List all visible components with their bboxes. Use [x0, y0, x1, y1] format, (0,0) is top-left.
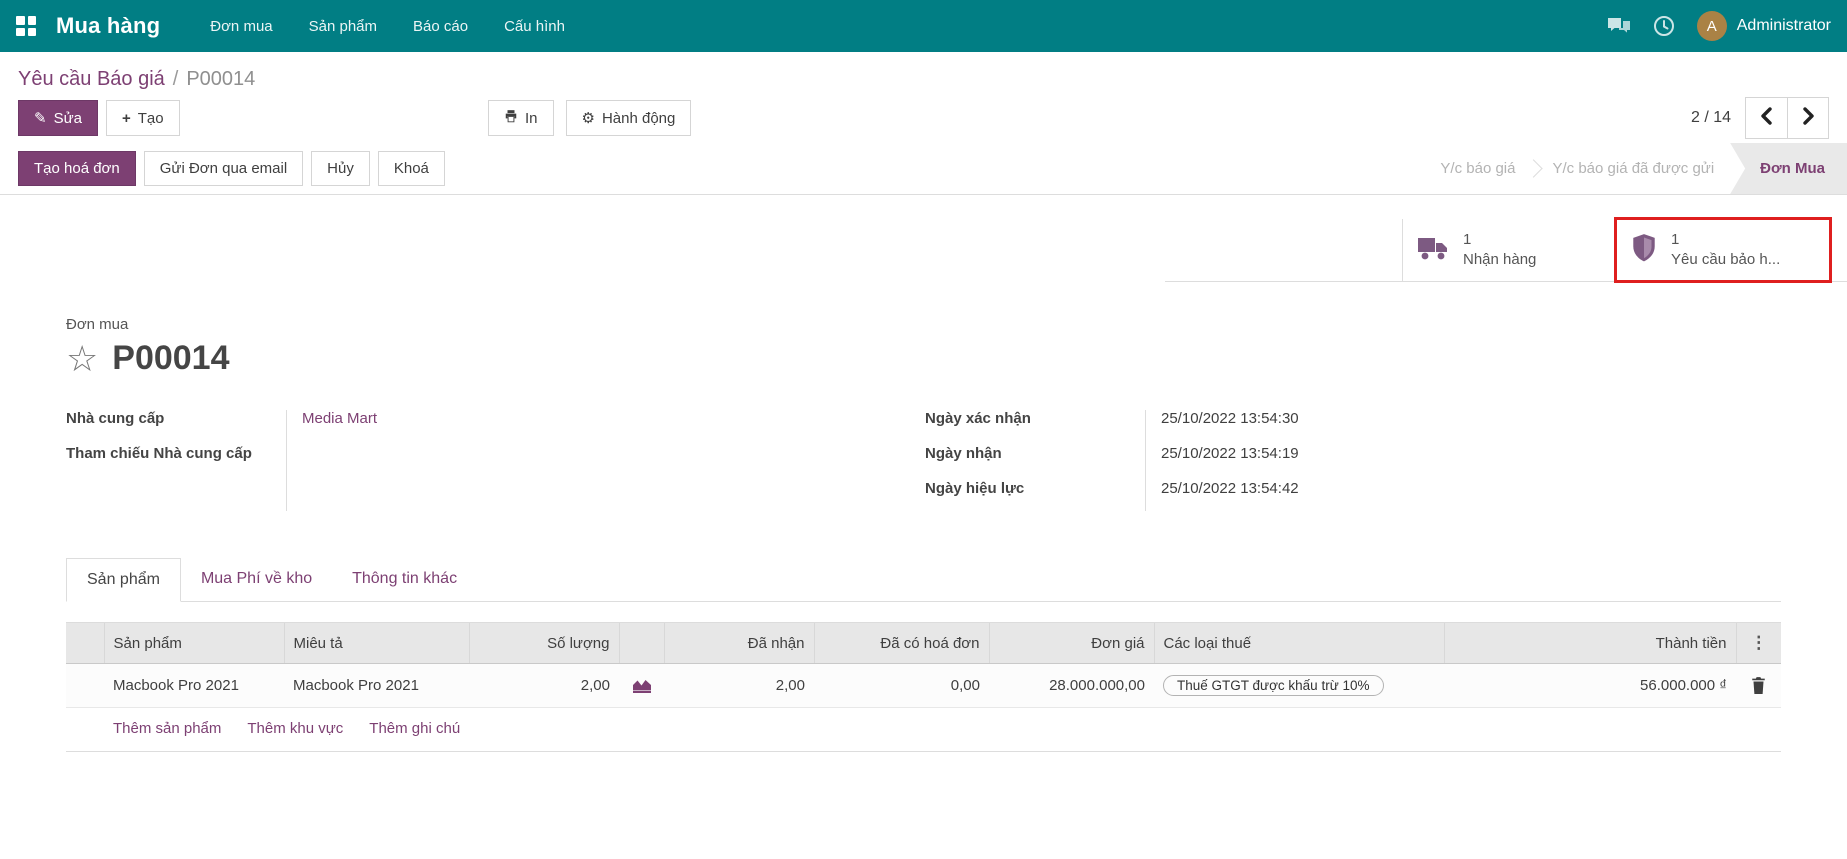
smart-button-count: 1: [1463, 230, 1536, 250]
state-pipeline: Y/c báo giá Y/c báo giá đã được gửi Đơn …: [1424, 143, 1847, 194]
menu-don-mua[interactable]: Đơn mua: [196, 10, 286, 43]
receipt-date-label: Ngày nhận: [925, 443, 1145, 464]
tab-other-info[interactable]: Thông tin khác: [332, 558, 477, 602]
order-lines-table: Sản phẩm Miêu tả Số lượng Đã nhận Đã có …: [66, 622, 1781, 708]
user-menu[interactable]: A Administrator: [1697, 11, 1831, 41]
apps-grid-icon[interactable]: [16, 16, 36, 36]
pager-count: 2 / 14: [1691, 109, 1731, 127]
activities-clock-icon[interactable]: [1653, 15, 1675, 37]
sheet-separator: [66, 751, 1781, 752]
menu-san-pham[interactable]: Sản phẩm: [295, 10, 391, 43]
breadcrumb: Yêu cầu Báo giá / P00014: [0, 52, 1847, 93]
vendor-reference-label: Tham chiếu Nhà cung cấp: [66, 443, 286, 464]
form-sheet: 1 Nhận hàng 1 Yêu cầu bảo h... Đơn mua: [0, 219, 1847, 752]
gear-icon: ⚙: [582, 109, 595, 127]
cell-received: 2,00: [664, 664, 814, 708]
favorite-star-icon[interactable]: ☆: [66, 341, 98, 377]
header-unit-price[interactable]: Đơn giá: [989, 623, 1154, 664]
vendor-reference-value: [286, 443, 302, 464]
header-billed[interactable]: Đã có hoá đơn: [814, 623, 989, 664]
breadcrumb-current: P00014: [186, 68, 255, 91]
header-handle: [66, 623, 104, 664]
add-note-link[interactable]: Thêm ghi chú: [369, 720, 460, 737]
edit-button[interactable]: ✎ Sửa: [18, 100, 98, 136]
confirmation-date-label: Ngày xác nhận: [925, 408, 1145, 429]
plus-icon: +: [122, 110, 131, 127]
row-handle: [66, 664, 104, 708]
lock-button[interactable]: Khoá: [378, 151, 445, 186]
optional-columns-icon[interactable]: ⋮: [1736, 623, 1781, 664]
create-bill-button[interactable]: Tạo hoá đơn: [18, 151, 136, 186]
forecast-chart-icon[interactable]: [628, 677, 655, 694]
table-row[interactable]: Macbook Pro 2021 Macbook Pro 2021 2,00 2…: [66, 664, 1781, 708]
chevron-left-icon: [1759, 107, 1775, 130]
cell-subtotal: 56.000.000 ₫: [1444, 664, 1736, 708]
effective-date-value: 25/10/2022 13:54:42: [1145, 478, 1299, 499]
header-description[interactable]: Miêu tả: [284, 623, 469, 664]
cell-description: Macbook Pro 2021: [284, 664, 469, 708]
avatar: A: [1697, 11, 1727, 41]
add-section-link[interactable]: Thêm khu vực: [247, 720, 343, 737]
stage-purchase-order[interactable]: Đơn Mua: [1730, 143, 1847, 194]
cell-unit-price: 28.000.000,00: [989, 664, 1154, 708]
breadcrumb-parent-link[interactable]: Yêu cầu Báo giá: [18, 68, 165, 91]
header-subtotal[interactable]: Thành tiền: [1444, 623, 1736, 664]
smart-button-label: Nhận hàng: [1463, 250, 1536, 270]
user-name: Administrator: [1737, 17, 1831, 35]
delete-row-trash-icon[interactable]: [1745, 677, 1772, 694]
stage-rfq[interactable]: Y/c báo giá: [1424, 143, 1531, 194]
menu-cau-hinh[interactable]: Cấu hình: [490, 10, 579, 43]
control-panel: ✎ Sửa + Tạo In ⚙ Hành động 2 / 14: [0, 93, 1847, 143]
tab-products[interactable]: Sản phẩm: [66, 558, 181, 602]
create-button[interactable]: + Tạo: [106, 100, 180, 136]
vendor-value-link[interactable]: Media Mart: [286, 408, 377, 429]
tab-landed-costs[interactable]: Mua Phí về kho: [181, 558, 332, 602]
pager-previous-button[interactable]: [1746, 98, 1787, 138]
menu-bao-cao[interactable]: Báo cáo: [399, 10, 482, 43]
receipts-smart-button[interactable]: 1 Nhận hàng: [1402, 219, 1616, 281]
printer-icon: [504, 109, 518, 127]
messages-icon[interactable]: [1607, 16, 1631, 37]
shield-icon: [1631, 233, 1657, 268]
truck-icon: [1417, 235, 1449, 266]
header-forecast: [619, 623, 664, 664]
table-header-row: Sản phẩm Miêu tả Số lượng Đã nhận Đã có …: [66, 623, 1781, 664]
cell-quantity: 2,00: [469, 664, 619, 708]
table-footer-links: Thêm sản phẩm Thêm khu vực Thêm ghi chú: [113, 720, 1847, 737]
page-title: P00014: [112, 339, 229, 378]
right-field-group: Ngày xác nhận 25/10/2022 13:54:30 Ngày n…: [925, 408, 1445, 513]
document-type-label: Đơn mua: [66, 316, 1847, 333]
header-quantity[interactable]: Số lượng: [469, 623, 619, 664]
main-menu: Đơn mua Sản phẩm Báo cáo Cấu hình: [196, 10, 579, 43]
header-product[interactable]: Sản phẩm: [104, 623, 284, 664]
receipt-date-value: 25/10/2022 13:54:19: [1145, 443, 1299, 464]
smart-button-label: Yêu cầu bảo h...: [1671, 250, 1780, 270]
cell-billed: 0,00: [814, 664, 989, 708]
smart-button-count: 1: [1671, 230, 1780, 250]
header-received[interactable]: Đã nhận: [664, 623, 814, 664]
chevron-right-icon: [1800, 107, 1816, 130]
pager-next-button[interactable]: [1787, 98, 1828, 138]
cell-product: Macbook Pro 2021: [104, 664, 284, 708]
effective-date-label: Ngày hiệu lực: [925, 478, 1145, 499]
send-by-email-button[interactable]: Gửi Đơn qua email: [144, 151, 303, 186]
pencil-icon: ✎: [34, 109, 47, 127]
stage-rfq-sent[interactable]: Y/c báo giá đã được gửi: [1536, 143, 1730, 194]
print-button[interactable]: In: [488, 100, 554, 136]
action-button[interactable]: ⚙ Hành động: [566, 100, 692, 136]
vendor-label: Nhà cung cấp: [66, 408, 286, 429]
top-navbar: Mua hàng Đơn mua Sản phẩm Báo cáo Cấu hì…: [0, 0, 1847, 52]
smart-button-box: 1 Nhận hàng 1 Yêu cầu bảo h...: [1165, 219, 1847, 282]
header-taxes[interactable]: Các loại thuế: [1154, 623, 1444, 664]
app-name[interactable]: Mua hàng: [56, 13, 160, 39]
confirmation-date-value: 25/10/2022 13:54:30: [1145, 408, 1299, 429]
notebook-tabs: Sản phẩm Mua Phí về kho Thông tin khác: [66, 557, 1781, 602]
cancel-button[interactable]: Hủy: [311, 151, 370, 186]
warranty-smart-button[interactable]: 1 Yêu cầu bảo h...: [1616, 219, 1830, 281]
breadcrumb-separator: /: [173, 68, 179, 91]
tax-badge: Thuế GTGT được khấu trừ 10%: [1163, 675, 1384, 696]
add-product-link[interactable]: Thêm sản phẩm: [113, 720, 221, 737]
left-field-group: Nhà cung cấp Media Mart Tham chiếu Nhà c…: [66, 408, 706, 513]
statusbar: Tạo hoá đơn Gửi Đơn qua email Hủy Khoá Y…: [0, 143, 1847, 195]
